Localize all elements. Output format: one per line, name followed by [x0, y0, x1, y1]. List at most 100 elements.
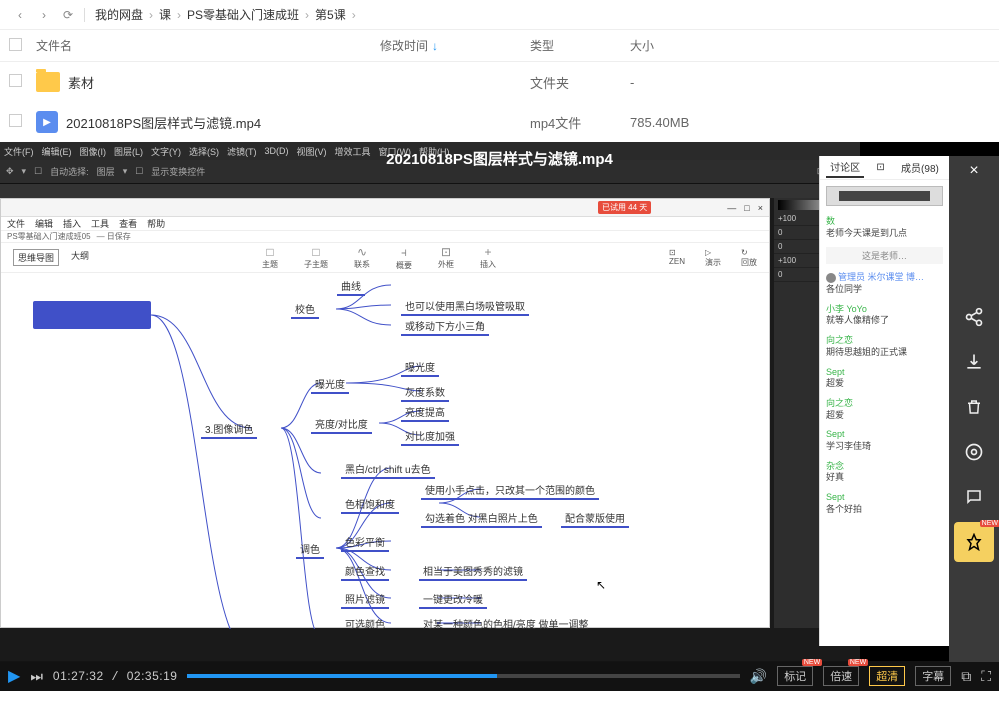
- chat-image-preview[interactable]: [826, 186, 943, 206]
- refresh-button[interactable]: ⟳: [56, 3, 80, 27]
- new-badge: NEW: [980, 520, 999, 527]
- table-row[interactable]: ▶20210818PS图层样式与滤镜.mp4 mp4文件 785.40MB: [0, 102, 999, 142]
- column-date[interactable]: 修改时间 ↓: [380, 37, 530, 54]
- mm-node[interactable]: 配合蒙版使用: [561, 510, 629, 528]
- mm-node[interactable]: 使用小手点击，只改其一个范围的颜色: [421, 482, 599, 500]
- back-button[interactable]: ‹: [8, 3, 32, 27]
- play-button[interactable]: ▶: [8, 666, 20, 686]
- mm-node[interactable]: 相当于美图秀秀的滤镜: [419, 563, 527, 581]
- fullscreen-icon[interactable]: ⛶: [981, 668, 991, 685]
- mm-node[interactable]: 也可以使用黑白场吸管吸取: [401, 298, 529, 316]
- right-tool-dock: × NEW: [949, 156, 999, 662]
- chevron-right-icon: ›: [352, 8, 356, 22]
- breadcrumb-item[interactable]: 第5课: [309, 6, 352, 23]
- record-button[interactable]: [954, 432, 994, 472]
- download-button[interactable]: [954, 342, 994, 382]
- breadcrumb-item[interactable]: 我的网盘: [89, 6, 149, 23]
- subtitle-button[interactable]: 字幕: [915, 666, 951, 686]
- chat-message: Sept学习李佳琦: [820, 425, 949, 456]
- chat-message: 向之恋超爱: [820, 394, 949, 425]
- close-icon[interactable]: ×: [969, 162, 978, 180]
- video-frame: 文件(F)编辑(E)图像(I)图层(L)文字(Y)选择(S)滤镜(T)3D(D)…: [0, 142, 860, 662]
- chat-icon-button[interactable]: [954, 477, 994, 517]
- mm-node[interactable]: 可选颜色: [341, 616, 389, 629]
- chat-message: 向之恋期待思越姐的正式课: [820, 331, 949, 362]
- mm-node[interactable]: 黑白/ctrl shift u去色: [341, 461, 435, 479]
- video-file-icon: ▶: [36, 111, 58, 133]
- mm-node[interactable]: 曲线: [337, 278, 365, 296]
- mm-node[interactable]: 颜色查找: [341, 563, 389, 581]
- breadcrumb-bar: ‹ › ⟳ 我的网盘 › 课 › PS零基础入门速成班 › 第5课 ›: [0, 0, 999, 30]
- sort-indicator-icon: ↓: [432, 39, 438, 53]
- mm-node[interactable]: 色相饱和度: [341, 496, 399, 514]
- video-player: 20210818PS图层样式与滤镜.mp4 文件(F)编辑(E)图像(I)图层(…: [0, 142, 999, 691]
- file-size: 785.40MB: [630, 115, 999, 130]
- breadcrumb-item[interactable]: 课: [153, 6, 177, 23]
- tool-subtopic[interactable]: □子主题: [304, 245, 328, 271]
- tab-mindmap[interactable]: 思维导图: [13, 249, 59, 266]
- mm-branch-3[interactable]: 3.图像调色: [201, 421, 257, 439]
- progress-bar[interactable]: [187, 674, 739, 678]
- mindmap-toolbar: 思维导图 大纲 □主题 □子主题 ∿联系 ⫞概要 ⊡外框 +插入 ⊡ZEN ▷演…: [1, 243, 769, 273]
- mm-node[interactable]: 对某一种颜色的色相/亮度 做单一调整: [419, 616, 593, 629]
- mm-node[interactable]: 亮度/对比度: [311, 416, 372, 434]
- tool-insert[interactable]: +插入: [480, 245, 496, 271]
- chat-message: 杂念好真: [820, 457, 949, 488]
- mm-node[interactable]: 曝光度: [401, 359, 439, 377]
- quality-button[interactable]: 超清: [869, 666, 905, 686]
- close-icon[interactable]: ×: [758, 203, 763, 213]
- mm-node[interactable]: 照片滤镜: [341, 591, 389, 609]
- mm-node[interactable]: 对比度加强: [401, 428, 459, 446]
- tool-topic[interactable]: □主题: [262, 245, 278, 271]
- chat-message: 管理员 米尔课堂 博…各位同学: [820, 268, 949, 299]
- tool-zen[interactable]: ⊡ZEN: [669, 248, 685, 268]
- file-table-header: 文件名 修改时间 ↓ 类型 大小: [0, 30, 999, 62]
- column-type[interactable]: 类型: [530, 37, 630, 54]
- next-button[interactable]: ⏭: [30, 668, 43, 685]
- mm-node[interactable]: 一键更改冷暖: [419, 591, 487, 609]
- pip-icon[interactable]: ⧉: [961, 668, 971, 685]
- mark-button[interactable]: 标记NEW: [777, 666, 813, 686]
- tool-present[interactable]: ▷演示: [705, 248, 721, 268]
- breadcrumb-item[interactable]: PS零基础入门速成班: [181, 6, 305, 23]
- speed-button[interactable]: 倍速NEW: [823, 666, 859, 686]
- ps-tab-bar: [0, 184, 860, 198]
- file-size: -: [630, 75, 999, 90]
- column-name[interactable]: 文件名: [30, 37, 380, 54]
- tool-link[interactable]: ∿联系: [354, 245, 370, 271]
- forward-button[interactable]: ›: [32, 3, 56, 27]
- minimize-icon[interactable]: —: [727, 203, 736, 213]
- mm-node[interactable]: 灰度系数: [401, 384, 449, 402]
- mm-node[interactable]: 亮度提高: [401, 404, 449, 422]
- mm-node[interactable]: 色彩平衡: [341, 534, 389, 552]
- tab-outline[interactable]: 大纲: [71, 249, 89, 266]
- row-checkbox[interactable]: [9, 74, 22, 87]
- file-name: 素材: [68, 73, 94, 92]
- file-name: 20210818PS图层样式与滤镜.mp4: [66, 113, 261, 132]
- select-all-checkbox[interactable]: [9, 38, 22, 51]
- video-title: 20210818PS图层样式与滤镜.mp4: [0, 148, 999, 169]
- volume-icon[interactable]: 🔊: [750, 668, 767, 685]
- maximize-icon[interactable]: □: [744, 203, 749, 213]
- table-row[interactable]: 素材 文件夹 -: [0, 62, 999, 102]
- delete-button[interactable]: [954, 387, 994, 427]
- mm-node[interactable]: 校色: [291, 301, 319, 319]
- chat-message: Sept各个好拍: [820, 488, 949, 519]
- mm-node[interactable]: 调色: [296, 541, 324, 559]
- pin-button[interactable]: NEW: [954, 522, 994, 562]
- column-size[interactable]: 大小: [630, 37, 999, 54]
- chat-panel: 讨论区 ⊡ 成员(98) 数老师今天课是到几点 这是老师… 管理员 米尔课堂 博…: [819, 156, 949, 646]
- row-checkbox[interactable]: [9, 114, 22, 127]
- mindmap-filetab: PS零基础入门速成班05— 日保存: [1, 231, 769, 243]
- mindmap-canvas[interactable]: 3.图像调色 4.人像精修 校色 曲线 也可以使用黑白场吸管吸取 或移动下方小三…: [1, 273, 769, 629]
- chat-message: 数老师今天课是到几点: [820, 212, 949, 243]
- mm-node[interactable]: 或移动下方小三角: [401, 318, 489, 336]
- mm-node[interactable]: 勾选着色 对黑白照片上色: [421, 510, 542, 528]
- tool-boundary[interactable]: ⊡外框: [438, 245, 454, 271]
- share-button[interactable]: [954, 297, 994, 337]
- mm-node[interactable]: 曝光度: [311, 376, 349, 394]
- mindmap-root-node[interactable]: [33, 301, 151, 329]
- tool-replay[interactable]: ↻回放: [741, 248, 757, 268]
- divider: [84, 8, 85, 22]
- tool-summary[interactable]: ⫞概要: [396, 245, 412, 271]
